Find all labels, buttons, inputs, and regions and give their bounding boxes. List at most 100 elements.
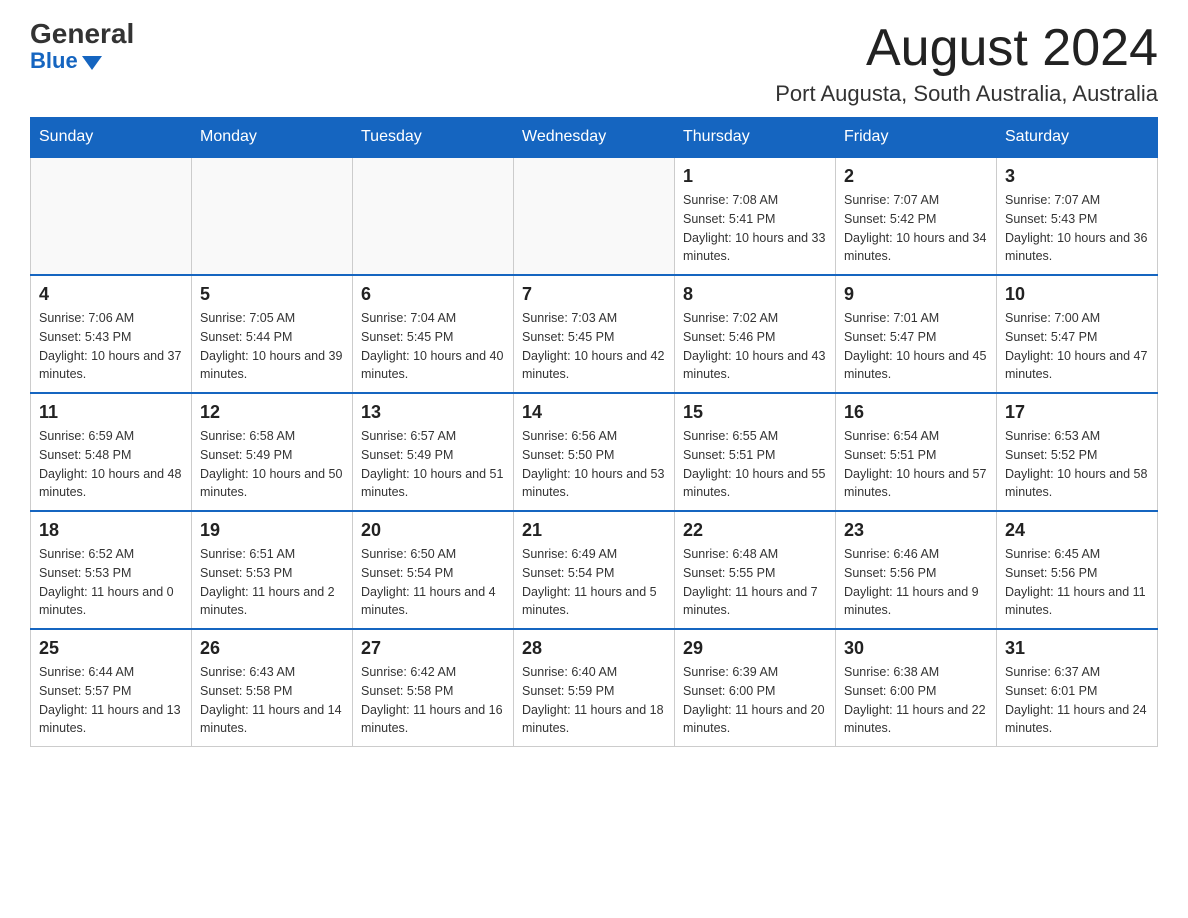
calendar-cell: 15 Sunrise: 6:55 AMSunset: 5:51 PMDayligh…	[675, 393, 836, 511]
calendar-cell: 12Sunrise: 6:58 AMSunset: 5:49 PMDayligh…	[192, 393, 353, 511]
logo-general-text: General	[30, 20, 134, 48]
day-number: 5	[200, 284, 344, 305]
day-number: 18	[39, 520, 183, 541]
location-title: Port Augusta, South Australia, Australia	[775, 81, 1158, 107]
calendar-cell: 7Sunrise: 7:03 AMSunset: 5:45 PMDaylight…	[514, 275, 675, 393]
calendar-cell: 10 Sunrise: 7:00 AMSunset: 5:47 PMDayligh…	[997, 275, 1158, 393]
day-info: Sunrise: 7:07 AMSunset: 5:42 PMDaylight:…	[844, 191, 988, 266]
calendar-cell: 4Sunrise: 7:06 AMSunset: 5:43 PMDaylight…	[31, 275, 192, 393]
calendar-cell: 28 Sunrise: 6:40 AMSunset: 5:59 PMDayligh…	[514, 629, 675, 747]
day-info: Sunrise: 7:07 AMSunset: 5:43 PMDaylight:…	[1005, 191, 1149, 266]
day-info: Sunrise: 6:40 AMSunset: 5:59 PMDaylight:…	[522, 663, 666, 738]
day-info: Sunrise: 7:06 AMSunset: 5:43 PMDaylight:…	[39, 309, 183, 384]
day-number: 14	[522, 402, 666, 423]
day-number: 31	[1005, 638, 1149, 659]
day-number: 22	[683, 520, 827, 541]
logo: General Blue	[30, 20, 134, 74]
day-info: Sunrise: 7:08 AMSunset: 5:41 PMDaylight:…	[683, 191, 827, 266]
calendar-cell: 8 Sunrise: 7:02 AMSunset: 5:46 PMDaylight…	[675, 275, 836, 393]
calendar-cell: 1 Sunrise: 7:08 AMSunset: 5:41 PMDaylight…	[675, 157, 836, 275]
day-number: 8	[683, 284, 827, 305]
calendar-cell: 24Sunrise: 6:45 AMSunset: 5:56 PMDayligh…	[997, 511, 1158, 629]
day-number: 11	[39, 402, 183, 423]
calendar-table: SundayMondayTuesdayWednesdayThursdayFrid…	[30, 117, 1158, 747]
calendar-cell	[192, 157, 353, 275]
day-info: Sunrise: 7:02 AMSunset: 5:46 PMDaylight:…	[683, 309, 827, 384]
calendar-cell: 13Sunrise: 6:57 AMSunset: 5:49 PMDayligh…	[353, 393, 514, 511]
column-header-saturday: Saturday	[997, 118, 1158, 158]
day-info: Sunrise: 6:44 AMSunset: 5:57 PMDaylight:…	[39, 663, 183, 738]
logo-blue-text: Blue	[30, 48, 102, 74]
day-number: 15	[683, 402, 827, 423]
day-info: Sunrise: 6:53 AMSunset: 5:52 PMDaylight:…	[1005, 427, 1149, 502]
day-info: Sunrise: 6:52 AMSunset: 5:53 PMDaylight:…	[39, 545, 183, 620]
calendar-cell: 29 Sunrise: 6:39 AMSunset: 6:00 PMDayligh…	[675, 629, 836, 747]
calendar-cell: 3 Sunrise: 7:07 AMSunset: 5:43 PMDaylight…	[997, 157, 1158, 275]
column-header-wednesday: Wednesday	[514, 118, 675, 158]
day-number: 16	[844, 402, 988, 423]
day-number: 3	[1005, 166, 1149, 187]
day-info: Sunrise: 6:54 AMSunset: 5:51 PMDaylight:…	[844, 427, 988, 502]
calendar-header-row: SundayMondayTuesdayWednesdayThursdayFrid…	[31, 118, 1158, 158]
logo-triangle-icon	[82, 56, 102, 70]
day-info: Sunrise: 6:42 AMSunset: 5:58 PMDaylight:…	[361, 663, 505, 738]
calendar-cell: 30Sunrise: 6:38 AMSunset: 6:00 PMDayligh…	[836, 629, 997, 747]
day-info: Sunrise: 7:00 AMSunset: 5:47 PMDaylight:…	[1005, 309, 1149, 384]
column-header-friday: Friday	[836, 118, 997, 158]
day-number: 24	[1005, 520, 1149, 541]
day-info: Sunrise: 6:49 AMSunset: 5:54 PMDaylight:…	[522, 545, 666, 620]
calendar-week-1: 1 Sunrise: 7:08 AMSunset: 5:41 PMDaylight…	[31, 157, 1158, 275]
day-info: Sunrise: 6:39 AMSunset: 6:00 PMDaylight:…	[683, 663, 827, 738]
calendar-cell: 17 Sunrise: 6:53 AMSunset: 5:52 PMDayligh…	[997, 393, 1158, 511]
day-number: 10	[1005, 284, 1149, 305]
calendar-cell: 6Sunrise: 7:04 AMSunset: 5:45 PMDaylight…	[353, 275, 514, 393]
day-number: 1	[683, 166, 827, 187]
day-info: Sunrise: 6:50 AMSunset: 5:54 PMDaylight:…	[361, 545, 505, 620]
day-info: Sunrise: 7:04 AMSunset: 5:45 PMDaylight:…	[361, 309, 505, 384]
day-number: 13	[361, 402, 505, 423]
day-number: 25	[39, 638, 183, 659]
day-number: 30	[844, 638, 988, 659]
day-number: 17	[1005, 402, 1149, 423]
calendar-week-3: 11 Sunrise: 6:59 AMSunset: 5:48 PMDayligh…	[31, 393, 1158, 511]
day-info: Sunrise: 7:01 AMSunset: 5:47 PMDaylight:…	[844, 309, 988, 384]
calendar-cell: 19 Sunrise: 6:51 AMSunset: 5:53 PMDayligh…	[192, 511, 353, 629]
calendar-cell	[31, 157, 192, 275]
day-number: 9	[844, 284, 988, 305]
calendar-cell: 11 Sunrise: 6:59 AMSunset: 5:48 PMDayligh…	[31, 393, 192, 511]
month-title: August 2024	[775, 20, 1158, 77]
day-number: 23	[844, 520, 988, 541]
day-info: Sunrise: 7:05 AMSunset: 5:44 PMDaylight:…	[200, 309, 344, 384]
column-header-monday: Monday	[192, 118, 353, 158]
calendar-cell: 2 Sunrise: 7:07 AMSunset: 5:42 PMDaylight…	[836, 157, 997, 275]
day-number: 26	[200, 638, 344, 659]
day-number: 27	[361, 638, 505, 659]
calendar-cell: 20Sunrise: 6:50 AMSunset: 5:54 PMDayligh…	[353, 511, 514, 629]
day-number: 21	[522, 520, 666, 541]
calendar-cell	[514, 157, 675, 275]
day-number: 7	[522, 284, 666, 305]
calendar-cell: 25 Sunrise: 6:44 AMSunset: 5:57 PMDayligh…	[31, 629, 192, 747]
calendar-week-4: 18 Sunrise: 6:52 AMSunset: 5:53 PMDayligh…	[31, 511, 1158, 629]
day-number: 29	[683, 638, 827, 659]
calendar-cell: 5 Sunrise: 7:05 AMSunset: 5:44 PMDaylight…	[192, 275, 353, 393]
day-number: 2	[844, 166, 988, 187]
day-info: Sunrise: 6:55 AMSunset: 5:51 PMDaylight:…	[683, 427, 827, 502]
column-header-tuesday: Tuesday	[353, 118, 514, 158]
column-header-sunday: Sunday	[31, 118, 192, 158]
day-number: 19	[200, 520, 344, 541]
calendar-cell: 14Sunrise: 6:56 AMSunset: 5:50 PMDayligh…	[514, 393, 675, 511]
calendar-cell: 9 Sunrise: 7:01 AMSunset: 5:47 PMDaylight…	[836, 275, 997, 393]
day-info: Sunrise: 6:59 AMSunset: 5:48 PMDaylight:…	[39, 427, 183, 502]
day-number: 28	[522, 638, 666, 659]
calendar-cell: 26 Sunrise: 6:43 AMSunset: 5:58 PMDayligh…	[192, 629, 353, 747]
calendar-cell: 16 Sunrise: 6:54 AMSunset: 5:51 PMDayligh…	[836, 393, 997, 511]
day-info: Sunrise: 6:51 AMSunset: 5:53 PMDaylight:…	[200, 545, 344, 620]
calendar-cell: 27 Sunrise: 6:42 AMSunset: 5:58 PMDayligh…	[353, 629, 514, 747]
title-area: August 2024 Port Augusta, South Australi…	[775, 20, 1158, 107]
calendar-cell: 31Sunrise: 6:37 AMSunset: 6:01 PMDayligh…	[997, 629, 1158, 747]
calendar-week-2: 4Sunrise: 7:06 AMSunset: 5:43 PMDaylight…	[31, 275, 1158, 393]
day-number: 12	[200, 402, 344, 423]
day-info: Sunrise: 6:43 AMSunset: 5:58 PMDaylight:…	[200, 663, 344, 738]
column-header-thursday: Thursday	[675, 118, 836, 158]
